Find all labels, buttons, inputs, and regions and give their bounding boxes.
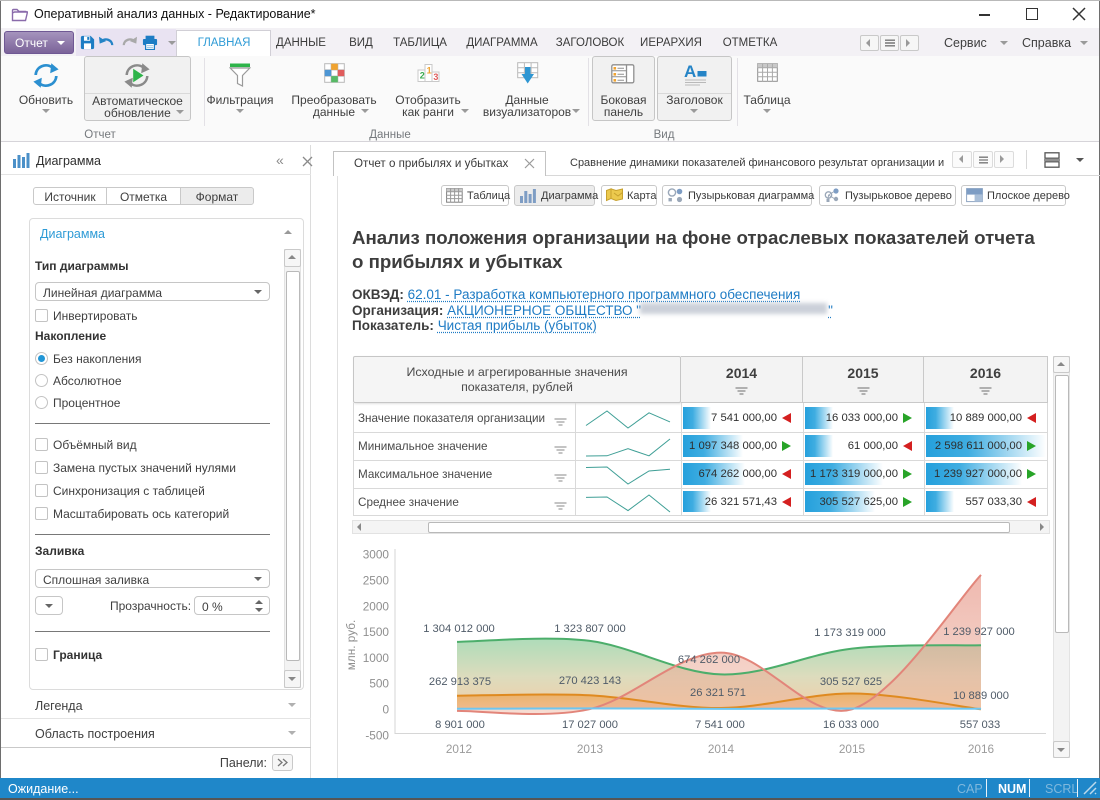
- svg-text:-500: -500: [365, 728, 389, 742]
- svg-text:2500: 2500: [363, 574, 390, 588]
- svg-text:3000: 3000: [363, 548, 390, 562]
- svg-text:262 913 375: 262 913 375: [429, 676, 491, 688]
- svg-text:млн. руб.: млн. руб.: [344, 620, 358, 671]
- svg-text:10 889 000: 10 889 000: [953, 690, 1009, 702]
- svg-text:2014: 2014: [708, 742, 735, 756]
- svg-text:7 541 000: 7 541 000: [695, 719, 745, 731]
- svg-text:2: 2: [420, 71, 425, 81]
- svg-text:3: 3: [433, 72, 438, 82]
- svg-text:17 027 000: 17 027 000: [562, 719, 618, 731]
- svg-text:26 321 571: 26 321 571: [690, 687, 746, 699]
- svg-text:1 239 927 000: 1 239 927 000: [943, 626, 1015, 638]
- svg-text:305 527 625: 305 527 625: [820, 676, 882, 688]
- svg-text:16 033 000: 16 033 000: [823, 719, 879, 731]
- svg-text:0: 0: [382, 703, 389, 717]
- svg-text:1 304 012 000: 1 304 012 000: [423, 623, 495, 635]
- svg-text:1 173 319 000: 1 173 319 000: [814, 627, 886, 639]
- svg-text:500: 500: [369, 677, 389, 691]
- svg-text:674 262 000: 674 262 000: [678, 654, 740, 666]
- svg-text:1: 1: [427, 66, 432, 76]
- svg-text:A: A: [684, 63, 696, 81]
- svg-text:2015: 2015: [839, 742, 866, 756]
- svg-text:270 423 143: 270 423 143: [559, 675, 621, 687]
- svg-text:1500: 1500: [363, 625, 390, 639]
- svg-text:2000: 2000: [363, 599, 390, 613]
- svg-text:8 901 000: 8 901 000: [435, 719, 485, 731]
- svg-text:2012: 2012: [446, 742, 472, 756]
- svg-text:2013: 2013: [577, 742, 604, 756]
- svg-text:1000: 1000: [363, 651, 390, 665]
- svg-text:2016: 2016: [968, 742, 995, 756]
- svg-text:1 323 807 000: 1 323 807 000: [554, 623, 626, 635]
- svg-text:557 033: 557 033: [960, 719, 1000, 731]
